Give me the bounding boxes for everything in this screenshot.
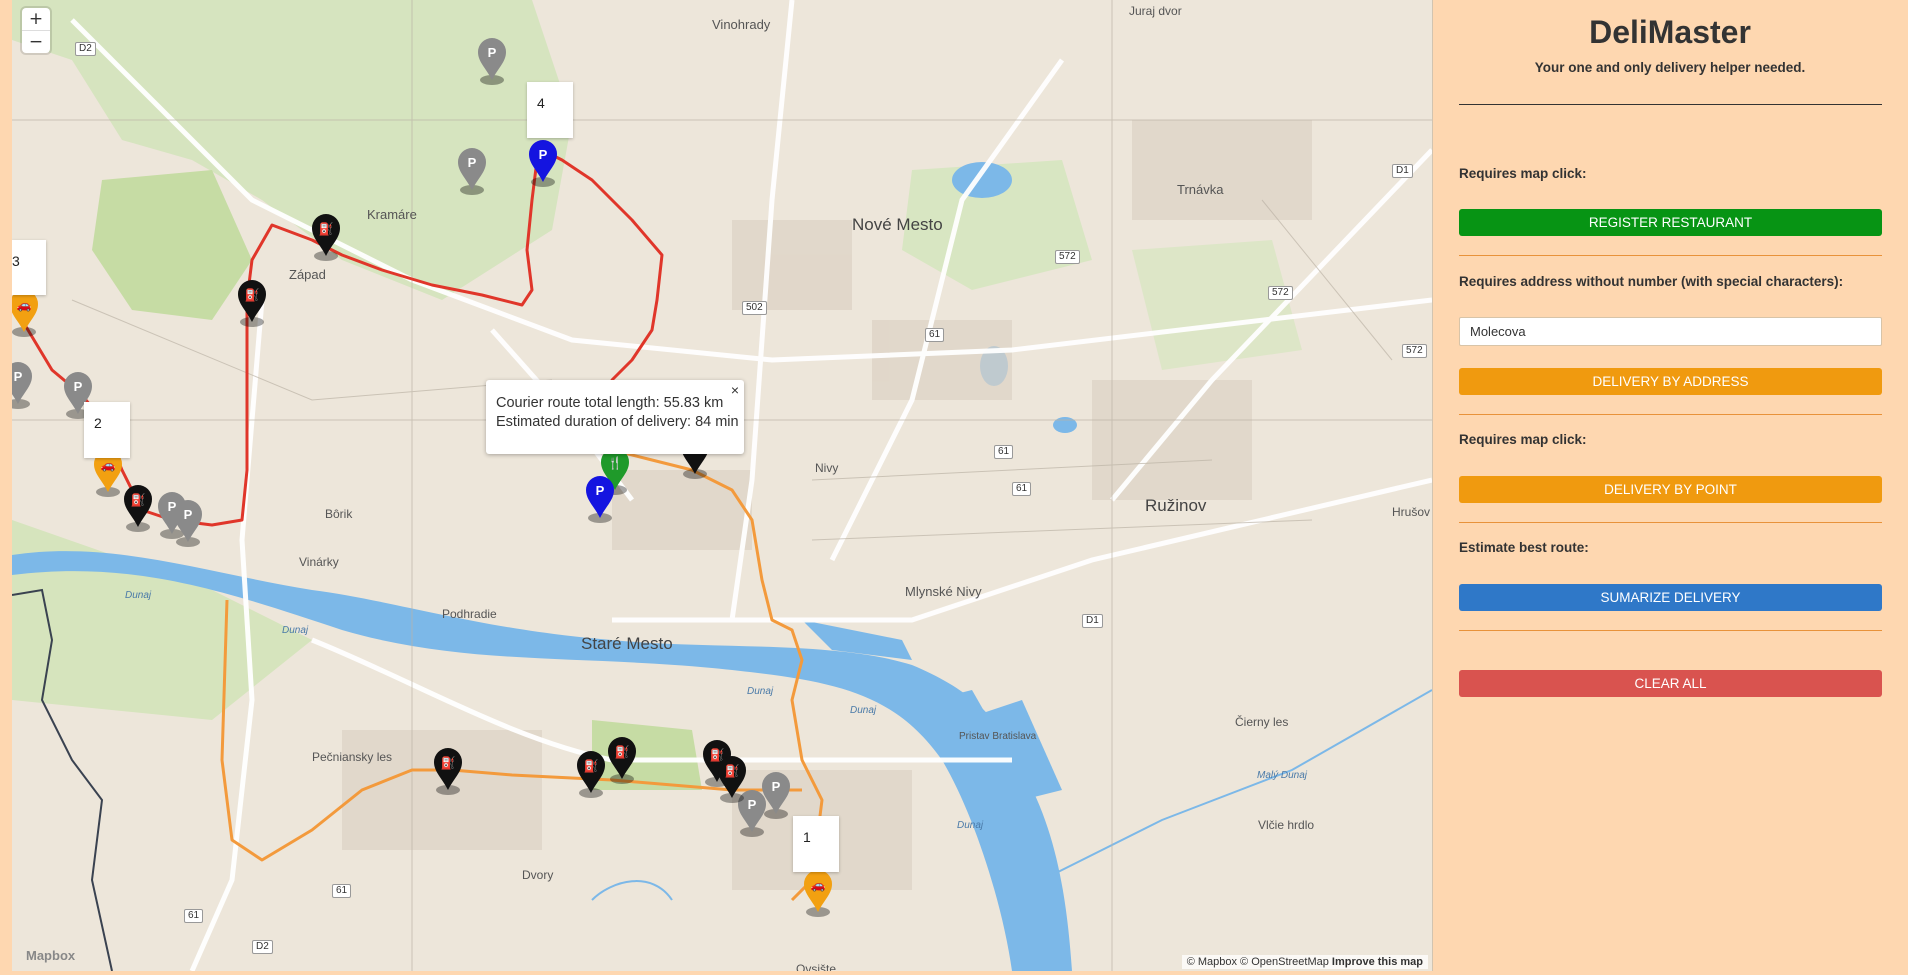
stop-label-2: 2: [84, 402, 130, 458]
clear-all-button[interactable]: CLEAR ALL: [1459, 670, 1882, 697]
delivery-by-address-button[interactable]: DELIVERY BY ADDRESS: [1459, 368, 1882, 395]
divider: [1459, 255, 1882, 256]
stop-number: 4: [537, 95, 545, 111]
zoom-control: + −: [22, 8, 50, 53]
fuel-glyph: ⛽: [710, 748, 725, 762]
fuel-glyph: ⛽: [725, 764, 740, 778]
fuel-marker-icon[interactable]: ⛽: [124, 485, 152, 532]
section-label: Requires map click:: [1459, 166, 1587, 181]
improve-map-link[interactable]: Improve this map: [1332, 956, 1423, 968]
parking-marker-icon[interactable]: P: [478, 38, 506, 85]
delivery-glyph: P: [539, 147, 548, 162]
fuel-marker-icon[interactable]: ⛽: [577, 751, 605, 798]
section-label: Requires address without number (with sp…: [1459, 274, 1844, 289]
fuel-glyph: ⛽: [245, 288, 260, 302]
stop-number: 2: [94, 415, 102, 431]
parking-marker-icon[interactable]: P: [458, 148, 486, 195]
attribution-text[interactable]: © Mapbox © OpenStreetMap: [1187, 956, 1329, 968]
parking-marker-icon[interactable]: P: [12, 362, 32, 409]
parking-glyph: P: [488, 45, 497, 60]
divider: [1459, 104, 1882, 105]
delivery-marker-icon[interactable]: P: [586, 476, 614, 523]
fuel-marker-icon[interactable]: ⛽: [434, 748, 462, 795]
summarize-delivery-button[interactable]: SUMARIZE DELIVERY: [1459, 584, 1882, 611]
zoom-out-button[interactable]: −: [22, 30, 50, 53]
parking-glyph: P: [748, 797, 757, 812]
fuel-marker-icon[interactable]: ⛽: [312, 214, 340, 261]
fuel-marker-icon[interactable]: ⛽: [238, 280, 266, 327]
parking-marker-icon[interactable]: P: [174, 500, 202, 547]
delivery-glyph: P: [596, 483, 605, 498]
divider: [1459, 414, 1882, 415]
parking-marker-icon[interactable]: P: [762, 772, 790, 819]
stop-number: 1: [803, 829, 811, 845]
divider: [1459, 630, 1882, 631]
stop-label-1: 1: [793, 816, 839, 872]
courier-marker-icon[interactable]: 🚗: [804, 870, 832, 917]
section-label: Requires map click:: [1459, 432, 1587, 447]
fuel-glyph: ⛽: [319, 222, 334, 236]
divider: [1459, 522, 1882, 523]
marker-layer: PPPPPPPP⛽⛽⛽⛽⛽⛽⛽⛽⛽🍴PP🚗🚗🚗: [12, 38, 832, 917]
route-length-text: Courier route total length: 55.83 km: [496, 395, 724, 411]
fuel-glyph: ⛽: [441, 756, 456, 770]
mapbox-logo[interactable]: Mapbox: [26, 948, 75, 963]
courier-glyph: 🚗: [101, 458, 116, 472]
route-summary-popup: × Courier route total length: 55.83 km E…: [486, 380, 744, 454]
parking-glyph: P: [772, 779, 781, 794]
courier-marker-icon[interactable]: 🚗: [12, 290, 38, 337]
fuel-marker-icon[interactable]: ⛽: [718, 756, 746, 803]
fuel-marker-icon[interactable]: ⛽: [608, 737, 636, 784]
fuel-glyph: ⛽: [131, 493, 146, 507]
delivery-by-point-button[interactable]: DELIVERY BY POINT: [1459, 476, 1882, 503]
close-icon[interactable]: ×: [731, 382, 739, 398]
courier-glyph: 🚗: [811, 878, 826, 892]
app-subtitle: Your one and only delivery helper needed…: [1534, 60, 1806, 75]
zoom-in-button[interactable]: +: [22, 8, 50, 30]
stop-number: 3: [12, 253, 20, 269]
stop-label-4: 4: [527, 82, 573, 138]
parking-glyph: P: [468, 155, 477, 170]
courier-glyph: 🚗: [17, 298, 32, 312]
control-panel: DeliMaster Your one and only delivery he…: [1432, 0, 1908, 975]
parking-glyph: P: [14, 369, 23, 384]
route-duration-text: Estimated duration of delivery: 84 min: [496, 414, 739, 430]
register-restaurant-button[interactable]: REGISTER RESTAURANT: [1459, 209, 1882, 236]
delivery-marker-icon[interactable]: P: [529, 140, 557, 187]
parking-glyph: P: [74, 379, 83, 394]
stop-label-3: 3: [12, 240, 46, 295]
parking-glyph: P: [184, 507, 193, 522]
address-input[interactable]: Molecova: [1459, 317, 1882, 346]
map-attribution: © Mapbox © OpenStreetMap Improve this ma…: [1181, 955, 1428, 969]
fuel-glyph: ⛽: [584, 759, 599, 773]
app-title: DeliMaster: [1589, 14, 1751, 50]
restaurant-glyph: 🍴: [608, 456, 623, 470]
fuel-glyph: ⛽: [615, 745, 630, 759]
map-view[interactable]: Nové Mesto Ružinov Staré Mesto Západ Kra…: [12, 0, 1433, 971]
section-label: Estimate best route:: [1459, 540, 1589, 555]
